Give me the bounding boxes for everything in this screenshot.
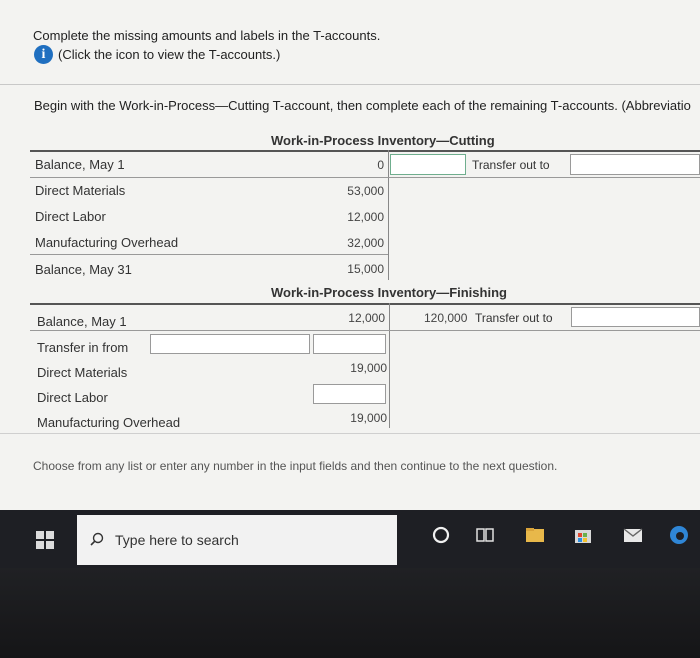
row-divider (30, 330, 700, 331)
direct-labor-amount-input[interactable] (313, 384, 386, 404)
finishing-credit-label: Transfer out to (475, 311, 553, 325)
finishing-row-value: 12,000 (348, 311, 385, 325)
file-explorer-icon[interactable] (524, 524, 546, 546)
store-icon[interactable] (572, 524, 594, 546)
row-divider (30, 177, 700, 178)
cutting-credit-amount-input[interactable] (570, 154, 700, 175)
begin-instruction: Begin with the Work-in-Process—Cutting T… (34, 98, 691, 113)
cutting-row-value: 53,000 (347, 184, 384, 198)
cutting-row-label: Balance, May 1 (35, 157, 125, 172)
transfer-in-account-input[interactable] (150, 334, 310, 354)
search-placeholder: Type here to search (115, 532, 239, 548)
cutting-credit-label: Transfer out to (472, 158, 550, 172)
cutting-top-rule (30, 150, 700, 152)
edge-icon[interactable] (668, 524, 690, 546)
finishing-row-label: Balance, May 1 (37, 314, 127, 329)
mail-icon[interactable] (622, 524, 644, 546)
cutting-row-value: 15,000 (347, 262, 384, 276)
finishing-row-label: Direct Materials (37, 365, 128, 380)
cutting-row-value: 32,000 (347, 236, 384, 250)
cutting-credit-account-input[interactable] (390, 154, 466, 175)
cutting-row-value: 12,000 (347, 210, 384, 224)
screen: Complete the missing amounts and labels … (0, 0, 700, 510)
cutting-row-label: Balance, May 31 (35, 262, 132, 277)
click-icon-hint: (Click the icon to view the T-accounts.) (58, 47, 281, 62)
footer-instruction: Choose from any list or enter any number… (33, 459, 558, 473)
cutting-row-value: 0 (377, 158, 384, 172)
task-view-icon[interactable] (474, 524, 496, 546)
info-icon[interactable]: i (34, 45, 53, 64)
finishing-center-rule (389, 303, 390, 428)
cutting-account-title: Work-in-Process Inventory—Cutting (271, 133, 495, 148)
cutting-row-label: Direct Labor (35, 209, 106, 224)
finishing-credit-amount: 120,000 (424, 311, 468, 325)
cutting-row-label: Manufacturing Overhead (35, 235, 179, 250)
laptop-bezel (0, 568, 700, 658)
finishing-credit-account-input[interactable] (571, 307, 700, 327)
divider (0, 84, 700, 85)
finishing-top-rule (30, 303, 700, 305)
finishing-account-title: Work-in-Process Inventory—Finishing (271, 285, 507, 300)
finishing-row-label: Transfer in from (37, 340, 129, 355)
cutting-row-label: Direct Materials (35, 183, 126, 198)
finishing-row-value: 19,000 (350, 361, 387, 375)
cortana-icon[interactable] (430, 524, 452, 546)
finishing-row-label: Manufacturing Overhead (37, 415, 181, 430)
search-icon (90, 532, 104, 546)
cutting-center-rule (388, 150, 389, 280)
balance-rule (30, 254, 388, 255)
divider (0, 433, 700, 434)
finishing-row-label: Direct Labor (37, 390, 108, 405)
instruction-text: Complete the missing amounts and labels … (33, 28, 381, 43)
windows-icon[interactable] (36, 531, 54, 549)
transfer-in-amount-input[interactable] (313, 334, 386, 354)
finishing-row-value: 19,000 (350, 411, 387, 425)
